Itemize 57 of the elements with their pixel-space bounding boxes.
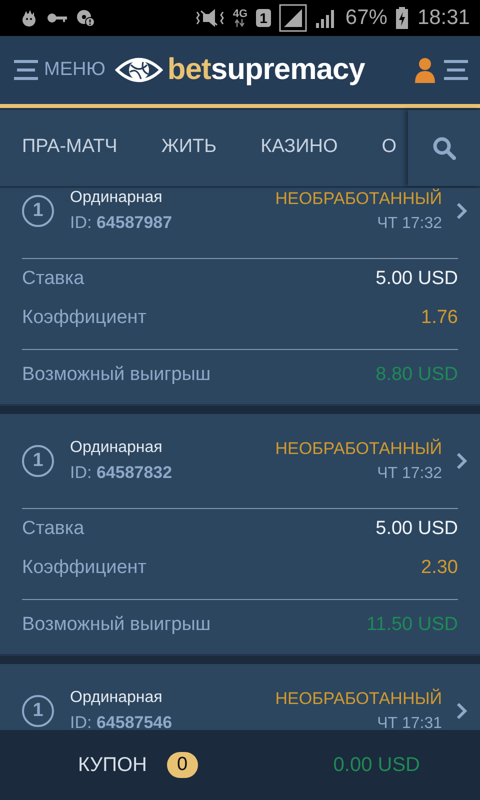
flame-face-icon <box>20 9 38 27</box>
bet-id: ID: 64587832 <box>70 463 172 483</box>
data-arrows-icon <box>235 19 246 27</box>
menu-icon <box>444 59 468 81</box>
clock: 18:31 <box>417 6 470 30</box>
menu-button[interactable]: МЕНЮ <box>14 59 106 81</box>
bet-time: ЧТ 17:32 <box>377 465 442 483</box>
menu-button[interactable] <box>444 59 468 81</box>
chevron-right-icon <box>456 452 468 470</box>
nav-tab[interactable]: О <box>382 128 397 168</box>
row-label: Коэффициент <box>22 306 146 328</box>
chevron-right-icon <box>456 702 468 720</box>
coupon-total: 0.00 USD <box>333 754 420 776</box>
eye-ball-logo-icon <box>115 55 164 85</box>
row-label: Ставка <box>22 518 84 540</box>
bet-status: НЕОБРАБОТАННЫЙ <box>275 189 442 209</box>
account-button[interactable] <box>414 57 436 83</box>
row-label: Возможный выигрыш <box>22 614 211 636</box>
logo-wordmark: betsupremacy <box>167 53 365 87</box>
row-value: 2.30 <box>421 556 458 578</box>
bet-id: ID: 64587546 <box>70 713 172 730</box>
battery-percent: 67% <box>345 6 388 30</box>
sim-badge: 1 <box>256 9 272 27</box>
person-icon <box>414 57 436 83</box>
bet-type: Ординарная <box>70 439 164 457</box>
row-label: Ставка <box>22 268 84 290</box>
bet-count-badge: 1 <box>22 195 54 227</box>
bet-count-badge: 1 <box>22 695 54 727</box>
row-value: 5.00 USD <box>376 268 458 290</box>
row-value: 8.80 USD <box>376 364 458 386</box>
search-button[interactable] <box>408 110 480 186</box>
search-icon <box>432 136 456 160</box>
alert-disc-icon <box>76 9 96 27</box>
signal-box-icon <box>279 4 308 32</box>
bet-time: ЧТ 17:31 <box>377 715 442 730</box>
row-value: 1.76 <box>421 306 458 328</box>
battery-charging-icon <box>395 7 410 29</box>
menu-icon <box>14 59 38 81</box>
chevron-right-icon <box>456 202 468 220</box>
network-type: 4G <box>232 9 248 19</box>
bet-count-badge: 1 <box>22 445 54 477</box>
bet-id: ID: 64587987 <box>70 213 172 233</box>
row-value: 11.50 USD <box>366 614 458 636</box>
row-label: Возможный выигрыш <box>22 364 211 386</box>
row-value: 5.00 USD <box>376 518 458 540</box>
coupon-count-badge: 0 <box>166 752 198 778</box>
nav-tab[interactable]: КАЗИНО <box>260 128 338 168</box>
nav-tab[interactable]: ЖИТЬ <box>161 128 217 168</box>
row-label: Коэффициент <box>22 556 146 578</box>
bet-type: Ординарная <box>70 189 164 207</box>
bet-type: Ординарная <box>70 689 164 707</box>
nav-tab[interactable]: ПРА-МАТЧ <box>22 128 118 168</box>
coupon-button[interactable]: КУПОН <box>78 754 147 776</box>
vibrate-mute-icon <box>194 9 225 27</box>
bet-time: ЧТ 17:32 <box>377 215 442 233</box>
bet-status: НЕОБРАБОТАННЫЙ <box>275 689 442 709</box>
bet-status: НЕОБРАБОТАННЫЙ <box>275 439 442 459</box>
